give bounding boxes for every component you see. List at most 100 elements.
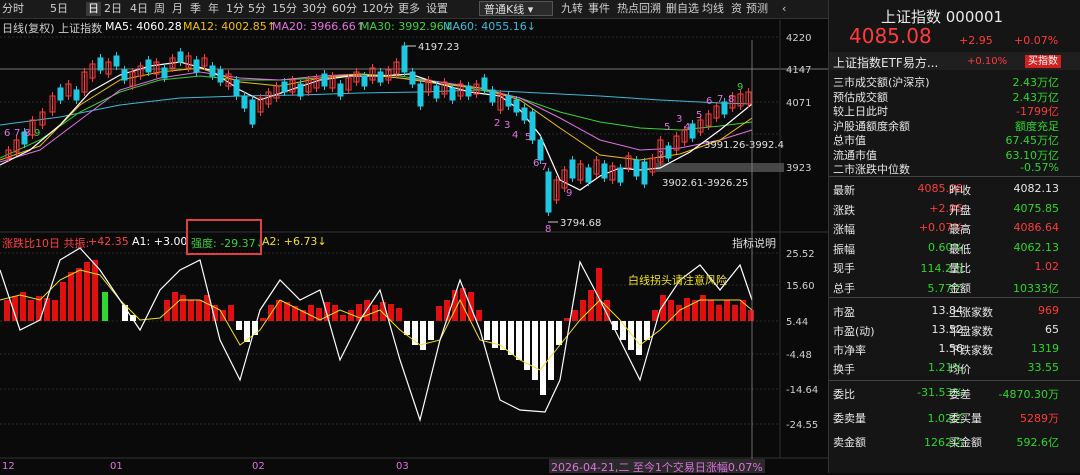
candle-body	[617, 167, 624, 183]
indicator-bar	[196, 300, 202, 321]
indicator-bar	[644, 321, 650, 340]
price-tick-0: 4220	[786, 33, 811, 44]
nine-turn-bottom-3: 4	[684, 122, 690, 133]
range2-annotation: 3902.61-3926.25	[662, 178, 748, 189]
grid-value: 1.02	[1034, 260, 1060, 273]
time-tick-0: 12	[2, 461, 15, 472]
candle-body	[665, 145, 672, 159]
candle-body	[193, 59, 200, 73]
grid-label: 委比	[833, 388, 855, 401]
indicator-bar	[700, 295, 706, 321]
candle-body	[481, 77, 488, 91]
grid-label: 换手	[833, 363, 855, 376]
indicator-bar	[436, 306, 442, 321]
indicator-bar	[92, 260, 98, 321]
time-tick-1: 01	[110, 461, 123, 472]
candle-body	[689, 123, 696, 139]
candle-body	[513, 99, 520, 113]
candle-body	[241, 95, 248, 109]
ind-a1: A1: +3.00	[132, 235, 188, 248]
nine-turn-mid-3: 5	[525, 132, 531, 143]
candle-body	[281, 81, 288, 93]
indicator-bar	[228, 305, 234, 321]
candle-body	[545, 171, 552, 213]
indicator-bar	[236, 321, 242, 330]
quote-panel: 上证指数 000001 4085.08 +2.95 +0.07% 上证指数ETF…	[828, 0, 1080, 473]
ind-tick-0: 25.52	[786, 249, 815, 260]
candle-body	[505, 95, 512, 107]
grid-value: 33.55	[1027, 361, 1060, 374]
ma30-line	[0, 73, 753, 159]
grid-label: 委差	[949, 388, 971, 401]
candle-body	[521, 107, 528, 121]
nine-turn-left-3: 9	[34, 128, 40, 139]
nine-turn-left-1: 7	[14, 128, 20, 139]
candle-body	[417, 83, 424, 107]
indicator-bar	[556, 321, 562, 345]
candle-body	[73, 89, 80, 101]
candle-body	[121, 69, 128, 81]
time-tick-2: 02	[252, 461, 265, 472]
grid-label: 市盈	[833, 306, 855, 319]
candle-body	[409, 71, 416, 85]
candle-body	[641, 161, 648, 185]
grid-label: 最新	[833, 184, 855, 197]
ma12-line	[0, 67, 753, 161]
nine-turn-right-2: 7	[717, 94, 723, 105]
candle-body	[145, 59, 152, 73]
grid-label: 市净率	[833, 344, 866, 357]
grid-label: 最高	[949, 223, 971, 236]
grid-label: 最低	[949, 242, 971, 256]
nine-turn-bottom-1: 2	[658, 150, 664, 161]
indicator-bar	[508, 321, 514, 355]
nine-turn-right-0: 5	[664, 122, 670, 133]
nine-turn-bottom-4: 5	[696, 110, 702, 121]
grid-label: 委卖量	[833, 412, 866, 425]
nine-turn-mid-6: 8	[545, 224, 551, 235]
quote-change: +2.95	[959, 34, 993, 47]
grid-value: -4870.30万	[998, 388, 1059, 401]
candle-body	[449, 87, 456, 101]
indicator-bar	[476, 310, 482, 321]
ind-tick-4: -14.64	[786, 385, 818, 396]
candle-body	[209, 65, 216, 77]
status-bar: 2026-04-21,二 至今1个交易日涨幅0.07%	[549, 459, 765, 474]
candle-body	[249, 99, 256, 125]
indicator-bar	[636, 321, 642, 355]
etf-pct: +0.10%	[967, 56, 1008, 67]
grid-label: 涨幅	[833, 223, 855, 236]
indicator-bar	[564, 318, 570, 321]
ind-tick-3: -4.48	[786, 350, 812, 361]
grid-value: 65	[1045, 323, 1059, 336]
range1-annotation: 3991.26-3992.4	[704, 140, 784, 151]
indicator-bar	[340, 315, 346, 321]
grid-value: 4075.85	[1013, 201, 1060, 215]
indicator-bar	[164, 300, 170, 321]
indicator-bar	[244, 321, 250, 342]
indicator-bar	[420, 321, 426, 350]
ind-tick-1: 15.60	[786, 281, 815, 292]
candle-body	[377, 71, 384, 83]
candle-body	[217, 69, 224, 83]
indicator-help-button[interactable]: 指标说明	[732, 235, 776, 251]
candles	[5, 42, 752, 216]
buy-index-button[interactable]: 买指数	[1025, 55, 1061, 68]
indicator-bar	[748, 310, 754, 321]
indicator-bar	[52, 300, 58, 321]
etf-row[interactable]: 上证指数ETF易方... +0.10% 买指数	[829, 52, 1080, 70]
grid-label: 开盘	[949, 203, 971, 217]
grid-label: 委买量	[949, 412, 982, 425]
high-annotation: 4197.23	[418, 42, 459, 53]
candle-body	[585, 167, 592, 183]
candle-body	[569, 159, 576, 179]
candle-body	[465, 85, 472, 97]
indicator-bar	[188, 300, 194, 321]
indicator-bar	[732, 305, 738, 321]
grid-value: 5289万	[1020, 412, 1059, 425]
candle-body	[177, 51, 184, 63]
candle-body	[113, 55, 120, 67]
nine-turn-mid-0: 2	[494, 118, 500, 129]
grid-label: 总手	[833, 281, 855, 295]
grid-label: 量比	[949, 262, 971, 275]
indicator-bar	[324, 302, 330, 321]
